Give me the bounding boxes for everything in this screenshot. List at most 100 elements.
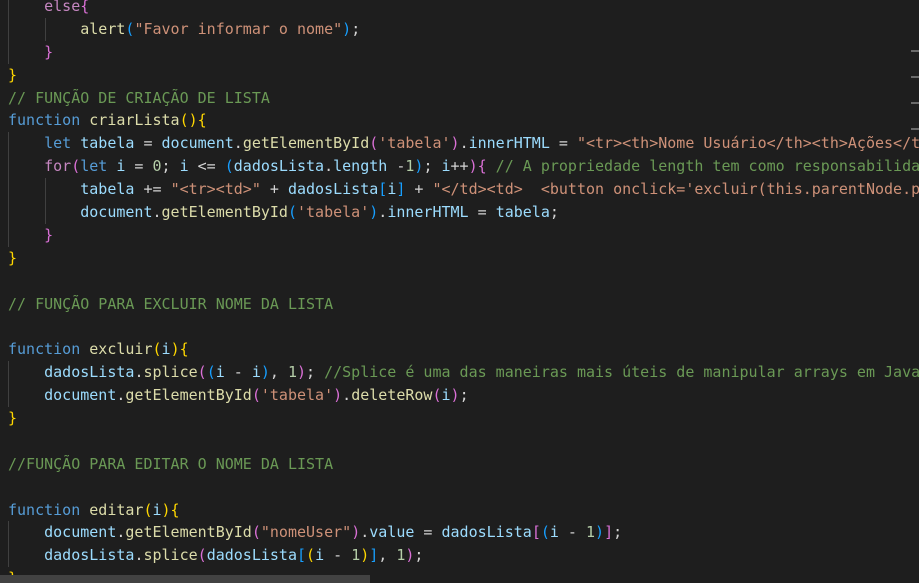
code-token: "<tr><th>Nome Usuário</th><th>Ações</th>… [576,134,919,153]
code-token: 0 [152,157,162,176]
indent-guide [8,155,9,179]
code-token: . [378,203,388,222]
code-token: // FUNÇÃO PARA EXCLUIR NOME DA LISTA [8,294,334,313]
code-token: ( [143,500,153,519]
code-token: - [324,546,352,565]
overview-ruler [907,40,919,150]
horizontal-scrollbar[interactable] [0,575,370,583]
indent-guide [8,361,9,385]
code-token: ){ [170,340,189,359]
code-line[interactable]: dadosLista.splice(dadosLista[(i - 1)], 1… [0,544,919,568]
code-token: ; [414,546,424,565]
code-token: document [80,203,153,222]
code-line[interactable] [0,476,919,499]
code-token: ( [197,363,207,382]
code-line[interactable]: } [0,407,919,430]
code-token: for [44,157,72,176]
code-token: - [558,523,586,542]
code-token: splice [143,546,198,565]
code-token: . [324,157,334,176]
overview-ruler-mark [911,50,919,52]
code-line[interactable]: // FUNÇÃO DE CRIAÇÃO DE LISTA [0,87,919,110]
code-token: (){ [179,111,207,130]
code-token: "</td><td> <button onclick='excluir(this… [432,180,919,199]
code-line[interactable]: //FUNÇÃO PARA EDITAR O NOME DA LISTA [0,453,919,476]
code-line[interactable]: function editar(i){ [0,499,919,522]
code-token: + [405,180,433,199]
code-line[interactable] [0,315,919,338]
code-token: ) [297,363,307,382]
indent-guide [45,201,46,224]
code-token: { [80,0,90,15]
code-token: = [468,203,496,222]
code-token: i [251,363,261,382]
code-token: , [378,546,397,565]
code-token: ( [432,386,442,405]
code-token: document [44,523,117,542]
indent-guide [45,17,46,41]
code-token: ( [306,546,316,565]
code-line[interactable]: document.getElementById("nomeUser").valu… [0,521,919,545]
code-line[interactable]: } [0,247,919,270]
code-token: ; [306,363,325,382]
code-token: ) [595,523,605,542]
code-token: i [549,523,559,542]
code-line[interactable]: alert("Favor informar o nome"); [0,17,919,41]
code-token: = [549,134,577,153]
code-token: ) [333,386,343,405]
code-token: [ [297,546,307,565]
code-line[interactable]: } [0,64,919,87]
code-token: ; [351,19,361,38]
code-line[interactable] [0,270,919,293]
code-line[interactable] [0,430,919,453]
code-token: 1 [586,523,596,542]
code-token: // FUNÇÃO DE CRIAÇÃO DE LISTA [8,88,270,107]
code-token: editar [89,500,144,519]
code-token: i [315,546,325,565]
code-line[interactable]: document.getElementById('tabela').innerH… [0,201,919,224]
code-line[interactable]: for(let i = 0; i <= (dadosLista.length -… [0,155,919,179]
code-line[interactable]: dadosLista.splice((i - i), 1); //Splice … [0,361,919,385]
code-token: alert [80,19,126,38]
code-lines[interactable]: else{ alert("Favor informar o nome"); }}… [0,0,919,583]
code-line[interactable]: tabela += "<tr><td>" + dadosLista[i] + "… [0,178,919,202]
overview-ruler-mark [911,128,919,130]
code-line[interactable]: } [0,40,919,64]
code-token: i [215,363,225,382]
code-token: function [8,111,81,130]
code-token: let [80,157,108,176]
indent-guide [8,223,9,247]
code-token: . [360,523,370,542]
code-token: //FUNÇÃO PARA EDITAR O NOME DA LISTA [8,454,334,473]
code-line[interactable]: else{ [0,0,919,18]
code-line[interactable]: // FUNÇÃO PARA EXCLUIR NOME DA LISTA [0,293,919,316]
code-token: i [441,386,451,405]
code-token: // A propriedade length tem como respons… [495,157,919,176]
code-editor[interactable]: else{ alert("Favor informar o nome"); }}… [0,0,919,583]
code-line[interactable]: } [0,223,919,247]
code-line[interactable]: document.getElementById('tabela').delete… [0,384,919,408]
code-token: excluir [89,340,153,359]
code-line[interactable]: function excluir(i){ [0,338,919,361]
code-token: length [333,157,388,176]
code-token: ( [152,340,162,359]
code-token: tabela [80,134,135,153]
code-token: ; [549,203,559,222]
code-line[interactable]: let tabela = document.getElementById('ta… [0,132,919,156]
code-token: getElementById [125,523,252,542]
indent-guide [8,0,9,18]
code-token: . [233,134,243,153]
code-token: ){ [161,500,180,519]
code-token: ) [260,363,270,382]
code-line[interactable]: function criarLista(){ [0,109,919,132]
code-token: ++ [450,157,469,176]
code-token: "Favor informar o nome" [134,19,343,38]
indent-guide [8,132,9,156]
